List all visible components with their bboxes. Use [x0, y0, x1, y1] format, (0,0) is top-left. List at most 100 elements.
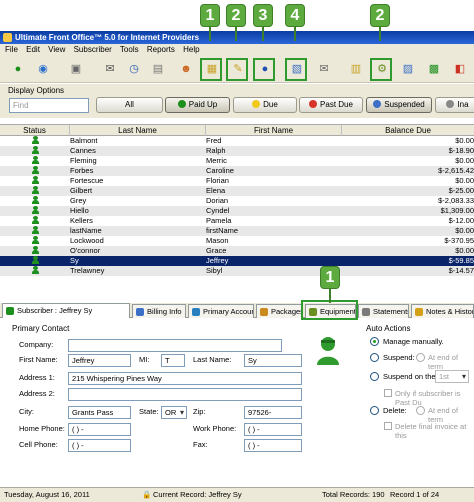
menu-help[interactable]: Help: [183, 45, 199, 54]
delete-end-term-radio[interactable]: [416, 406, 425, 415]
tab-notes-history[interactable]: Notes & Histor: [411, 304, 474, 318]
col-balance-due[interactable]: Balance Due: [342, 125, 474, 136]
mi-input[interactable]: T: [161, 354, 185, 367]
paid-up-person-icon: [31, 226, 39, 234]
table-row[interactable]: lastName firstName $0.00: [0, 226, 474, 236]
filter-suspended-button[interactable]: Suspended: [366, 97, 432, 113]
inactive-icon: [446, 100, 455, 108]
fax-input[interactable]: ( ) -: [244, 439, 302, 452]
only-if-past-due-label: Only if subscriber is Past Du: [395, 389, 461, 407]
manage-manually-radio[interactable]: [370, 337, 379, 346]
table-row[interactable]: Lockwood Mason $-370.95: [0, 236, 474, 246]
first-name-cell: Jeffrey: [206, 256, 229, 265]
tab-billing-info[interactable]: Billing Info: [132, 304, 186, 318]
tab-subscriber[interactable]: Subscriber : Jeffrey Sy: [2, 303, 130, 319]
table-row[interactable]: Gilbert Elena $-25.00: [0, 186, 474, 196]
menu-file[interactable]: File: [5, 45, 18, 54]
company-label: Company:: [19, 340, 54, 349]
document-icon[interactable]: ▤: [148, 60, 168, 78]
table-row[interactable]: Cannes Ralph $-18.90: [0, 146, 474, 156]
col-last-name[interactable]: Last Name: [70, 125, 206, 136]
col-status[interactable]: Status: [0, 125, 70, 136]
invoice-icon[interactable]: ▦: [202, 60, 222, 78]
first-name-cell: Dorian: [206, 196, 229, 205]
city-input[interactable]: Grants Pass: [68, 406, 131, 419]
filter-paid-up-button[interactable]: Paid Up: [165, 97, 230, 113]
state-select[interactable]: OR: [161, 406, 187, 419]
status-cell: [0, 256, 70, 266]
table-row[interactable]: Sy Jeffrey $-59.85: [0, 256, 474, 266]
find-input[interactable]: Find: [9, 98, 89, 113]
menu-tools[interactable]: Tools: [120, 45, 139, 54]
delete-label: Delete:: [383, 406, 407, 415]
internet-icon[interactable]: ◉: [33, 60, 53, 78]
suspend-on-select[interactable]: 1st: [435, 370, 469, 383]
table-row[interactable]: Hiello Cyndel $1,309.00: [0, 206, 474, 216]
delete-radio[interactable]: [370, 406, 379, 415]
cell-phone-input[interactable]: ( ) -: [68, 439, 131, 452]
balance-cell: $-25.00: [448, 186, 474, 195]
suspend-end-term-label: At end of term: [428, 353, 459, 371]
table-row[interactable]: Balmont Fred $0.00: [0, 136, 474, 146]
first-name-input[interactable]: Jeffrey: [68, 354, 131, 367]
suspend-end-term-radio[interactable]: [416, 353, 425, 362]
filter-inactive-button[interactable]: Ina: [435, 97, 474, 113]
subscriber-icon[interactable]: ●: [8, 60, 28, 78]
company-input[interactable]: [68, 339, 282, 352]
users-icon[interactable]: ☻: [176, 60, 196, 78]
globe-icon[interactable]: ●: [255, 60, 275, 78]
equipment-icon[interactable]: ⚙: [372, 60, 392, 78]
report-icon[interactable]: ▨: [398, 60, 418, 78]
delete-final-invoice-checkbox[interactable]: [384, 422, 392, 430]
suspend-radio[interactable]: [370, 353, 379, 362]
menu-reports[interactable]: Reports: [147, 45, 175, 54]
email-icon[interactable]: ✉: [100, 60, 120, 78]
last-name-input[interactable]: Sy: [244, 354, 302, 367]
trash-icon[interactable]: ▣: [66, 60, 86, 78]
callout-1: 1: [200, 4, 220, 41]
filter-past-due-button[interactable]: Past Due: [299, 97, 363, 113]
filter-all-button[interactable]: All: [96, 97, 163, 113]
filter-due-button[interactable]: Due: [233, 97, 297, 113]
table-row[interactable]: Fleming Merric $0.00: [0, 156, 474, 166]
home-phone-input[interactable]: ( ) -: [68, 423, 131, 436]
tab-statements[interactable]: Statements: [358, 304, 409, 318]
menu-subscriber[interactable]: Subscriber: [74, 45, 112, 54]
col-first-name[interactable]: First Name: [206, 125, 342, 136]
filter-suspended-label: Suspended: [384, 100, 425, 109]
table-row[interactable]: Kellers Pamela $-12.00: [0, 216, 474, 226]
table-row[interactable]: Fortescue Florian $0.00: [0, 176, 474, 186]
only-if-past-due-checkbox[interactable]: [384, 389, 392, 397]
tab-packages[interactable]: Packages: [256, 304, 302, 318]
subscriber-detail-panel: Primary Contact Company: First Name: Jef…: [0, 318, 474, 455]
clock-icon[interactable]: ◷: [124, 60, 144, 78]
table-row[interactable]: Forbes Caroline $-2,615.42: [0, 166, 474, 176]
window-title: Ultimate Front Office™ 5.0 for Internet …: [15, 33, 200, 42]
address2-input[interactable]: [68, 388, 302, 401]
zip-input[interactable]: 97526-: [244, 406, 302, 419]
status-total-records: Total Records: 190: [322, 490, 385, 499]
callout-2b: 2: [370, 4, 390, 41]
mail-open-icon[interactable]: ✉: [314, 60, 334, 78]
notes-icon[interactable]: ▥: [346, 60, 366, 78]
statement-icon[interactable]: ▧: [287, 60, 307, 78]
menu-bar: File Edit View Subscriber Tools Reports …: [0, 44, 474, 55]
tab-equipment[interactable]: Equipment: [305, 304, 356, 318]
work-phone-input[interactable]: ( ) -: [244, 423, 302, 436]
table-row[interactable]: Grey Dorian $-2,083.33: [0, 196, 474, 206]
exit-icon[interactable]: ◧: [450, 60, 470, 78]
paid-up-person-icon: [31, 266, 39, 274]
suspend-on-radio[interactable]: [370, 372, 379, 381]
table-row[interactable]: Trelawney Sibyl $-14.57: [0, 266, 474, 276]
status-cell: [0, 176, 70, 186]
chart-icon[interactable]: ▩: [424, 60, 444, 78]
status-cell: [0, 236, 70, 246]
menu-edit[interactable]: Edit: [26, 45, 40, 54]
menu-view[interactable]: View: [48, 45, 65, 54]
tab-primary-account[interactable]: Primary Account: [188, 304, 254, 318]
balance-cell: $-18.90: [448, 146, 474, 155]
address1-input[interactable]: 215 Whispering Pines Way: [68, 372, 302, 385]
table-row[interactable]: O'connor Grace $0.00: [0, 246, 474, 256]
payment-icon[interactable]: ✎: [228, 60, 248, 78]
paid-up-person-icon: [31, 176, 39, 184]
